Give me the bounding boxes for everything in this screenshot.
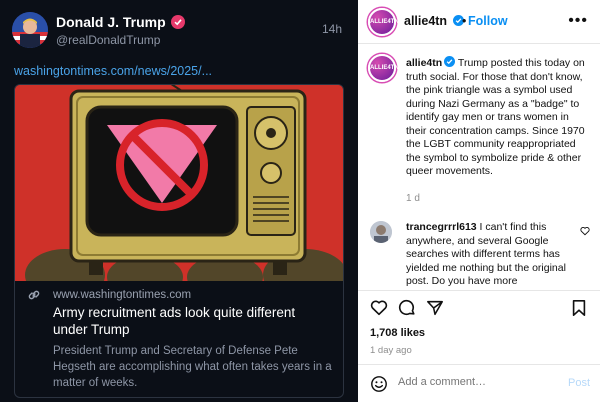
tv-pink-triangle-illustration [15, 85, 343, 301]
comment-username[interactable]: trancegrrrl613 [406, 221, 477, 233]
author-handle: @realDonaldTrump [56, 33, 161, 47]
verified-badge-icon [444, 56, 456, 67]
separator-dot: • [462, 14, 467, 28]
add-comment-input[interactable] [398, 376, 548, 388]
link-icon [28, 290, 40, 300]
save-bookmark-icon[interactable] [570, 299, 588, 317]
link-preview-meta: www.washingtontimes.com Army recruitment… [15, 281, 343, 397]
comment: trancegrrrl613 I can't find this anywher… [406, 221, 582, 289]
header-username-text: allie4tn [404, 14, 448, 28]
caption-avatar[interactable]: ALLIE4TN [368, 54, 399, 82]
post-time: 14h [321, 22, 342, 36]
card-domain: www.washingtontimes.com [53, 289, 192, 301]
header-username[interactable]: allie4tn [404, 14, 464, 28]
post-actions [358, 290, 600, 324]
post-caption: allie4tn Trump posted this today on trut… [406, 56, 592, 179]
likes-count[interactable]: 1,708 likes [370, 327, 425, 339]
verified-badge-icon [170, 15, 185, 29]
add-comment-bar: Post [358, 364, 600, 402]
comment-bubble-icon[interactable] [398, 299, 416, 317]
trump-avatar [12, 12, 48, 48]
avatar-text: ALLIE4TN [370, 19, 399, 25]
author-name-text: Donald J. Trump [56, 14, 166, 30]
caption-time: 1 d [406, 193, 420, 204]
card-title: Army recruitment ads look quite differen… [53, 305, 296, 337]
header-avatar[interactable]: ALLIE4TN [368, 8, 399, 36]
post-header: ALLIE4TN allie4tn • Follow ••• [358, 0, 600, 44]
card-description: President Trump and Secretary of Defense… [53, 345, 332, 389]
follow-button[interactable]: Follow [468, 14, 508, 28]
link-preview-card: www.washingtontimes.com Army recruitment… [14, 84, 344, 398]
article-link: washingtontimes.com/news/2025/... [14, 64, 213, 78]
author-name: Donald J. Trump [56, 14, 185, 30]
truth-social-post-image: Donald J. Trump @realDonaldTrump 14h was… [0, 0, 358, 402]
comment-like-heart-icon[interactable] [580, 226, 590, 236]
posted-ago: 1 day ago [370, 345, 412, 356]
like-heart-icon[interactable] [370, 299, 388, 317]
caption-username[interactable]: allie4tn [406, 57, 442, 69]
caption-text: Trump posted this today on truth social.… [406, 57, 585, 177]
instagram-side-panel: ALLIE4TN allie4tn • Follow ••• ALLIE4TN … [358, 0, 600, 402]
avatar-text: ALLIE4TN [370, 65, 399, 71]
share-paper-plane-icon[interactable] [426, 299, 444, 317]
commenter-avatar[interactable] [370, 221, 392, 243]
more-options-icon[interactable]: ••• [568, 12, 588, 30]
emoji-icon[interactable] [370, 375, 388, 393]
post-comment-button[interactable]: Post [568, 377, 590, 389]
